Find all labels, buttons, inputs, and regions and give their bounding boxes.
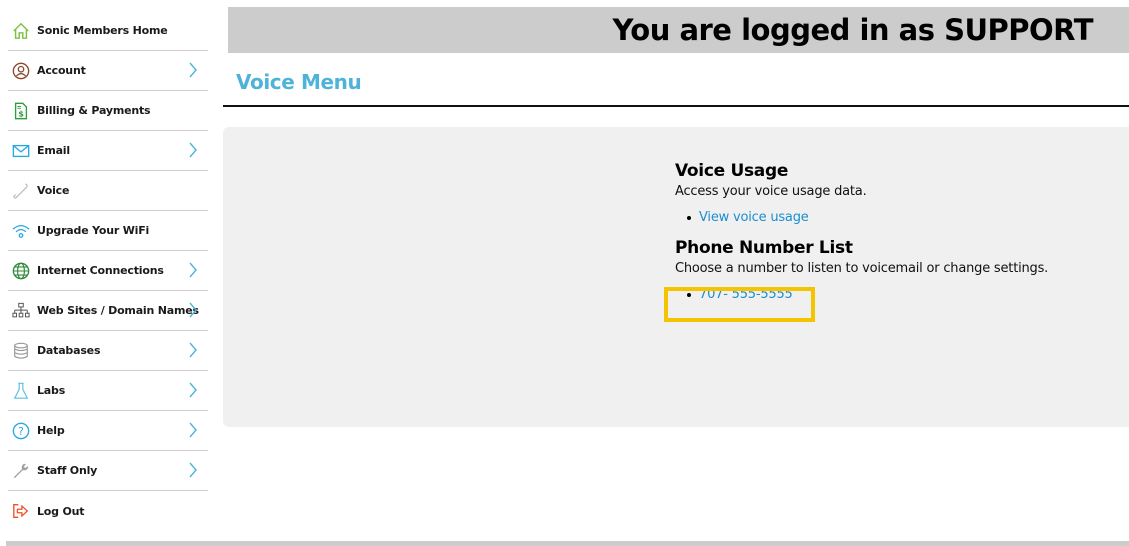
chevron-right-icon: [188, 142, 198, 158]
sidebar-item-web-sites[interactable]: Web Sites / Domain Names: [8, 291, 208, 331]
bullet: [687, 293, 691, 297]
section-heading: Phone Number List: [675, 238, 853, 258]
page-title: Voice Menu: [236, 70, 362, 94]
chevron-right-icon: [188, 62, 198, 78]
sidebar-nav: Sonic Members Home Account $ Billing & P…: [8, 11, 208, 531]
list-item: 707- 555-5555: [687, 286, 1115, 304]
sidebar-item-label: Voice: [37, 184, 70, 197]
user-circle-icon: [11, 61, 31, 81]
sidebar-item-log-out[interactable]: Log Out: [8, 491, 208, 531]
sidebar-item-databases[interactable]: Databases: [8, 331, 208, 371]
link-list: View voice usage: [687, 209, 1115, 227]
title-divider: [223, 105, 1129, 107]
billing-document-icon: $: [11, 101, 31, 121]
phone-number-list-section: Phone Number List Choose a number to lis…: [675, 237, 1115, 304]
bullet: [687, 216, 691, 220]
sidebar-item-internet-connections[interactable]: Internet Connections: [8, 251, 208, 291]
sidebar-item-label: Account: [37, 64, 86, 77]
sidebar-item-help[interactable]: ? Help: [8, 411, 208, 451]
home-icon: [11, 21, 31, 41]
help-circle-icon: ?: [11, 421, 31, 441]
sidebar-item-label: Internet Connections: [37, 264, 164, 277]
phone-number-link[interactable]: 707- 555-5555: [699, 286, 793, 304]
sidebar-item-label: Upgrade Your WiFi: [37, 224, 150, 237]
sidebar-item-label: Log Out: [37, 504, 85, 518]
logged-in-banner: You are logged in as SUPPORT: [228, 7, 1129, 53]
list-item: View voice usage: [687, 209, 1115, 227]
wifi-icon: [11, 221, 31, 241]
sidebar-item-label: Email: [37, 144, 70, 157]
section-heading: Voice Usage: [675, 161, 789, 181]
wrench-icon: [11, 461, 31, 481]
svg-text:?: ?: [18, 425, 24, 438]
panel-content: Voice Usage Access your voice usage data…: [675, 160, 1115, 314]
footer-bar: [6, 541, 1129, 546]
chevron-right-icon: [188, 302, 198, 318]
chevron-right-icon: [188, 342, 198, 358]
logged-in-text: You are logged in as SUPPORT: [612, 13, 1093, 47]
sidebar-item-label: Web Sites / Domain Names: [37, 304, 199, 317]
section-description: Access your voice usage data.: [675, 184, 867, 199]
sidebar-item-label: Sonic Members Home: [37, 24, 168, 37]
sidebar-item-label: Databases: [37, 344, 101, 357]
sidebar-item-label: Staff Only: [37, 464, 98, 477]
sitemap-icon: [11, 301, 31, 321]
sidebar-item-billing[interactable]: $ Billing & Payments: [8, 91, 208, 131]
chevron-right-icon: [188, 382, 198, 398]
chevron-right-icon: [188, 262, 198, 278]
sidebar-item-labs[interactable]: Labs: [8, 371, 208, 411]
voice-usage-section: Voice Usage Access your voice usage data…: [675, 160, 1115, 227]
section-description: Choose a number to listen to voicemail o…: [675, 261, 1049, 276]
globe-icon: [11, 261, 31, 281]
phone-icon: [11, 181, 31, 201]
link-list: 707- 555-5555: [687, 286, 1115, 304]
sidebar-item-account[interactable]: Account: [8, 51, 208, 91]
sidebar-item-email[interactable]: Email: [8, 131, 208, 171]
content-panel: Voice Usage Access your voice usage data…: [223, 127, 1129, 427]
sidebar-item-label: Billing & Payments: [37, 104, 151, 117]
svg-text:$: $: [18, 108, 24, 118]
database-icon: [11, 341, 31, 361]
sidebar-item-staff-only[interactable]: Staff Only: [8, 451, 208, 491]
logout-icon: [11, 501, 31, 521]
view-voice-usage-link[interactable]: View voice usage: [699, 209, 809, 227]
sidebar-item-label: Labs: [37, 384, 66, 397]
chevron-right-icon: [188, 422, 198, 438]
flask-icon: [11, 381, 31, 401]
sidebar-item-voice[interactable]: Voice: [8, 171, 208, 211]
chevron-right-icon: [188, 462, 198, 478]
sidebar-item-label: Help: [37, 424, 65, 437]
sidebar-item-wifi[interactable]: Upgrade Your WiFi: [8, 211, 208, 251]
sidebar-item-home[interactable]: Sonic Members Home: [8, 11, 208, 51]
envelope-icon: [11, 141, 31, 161]
